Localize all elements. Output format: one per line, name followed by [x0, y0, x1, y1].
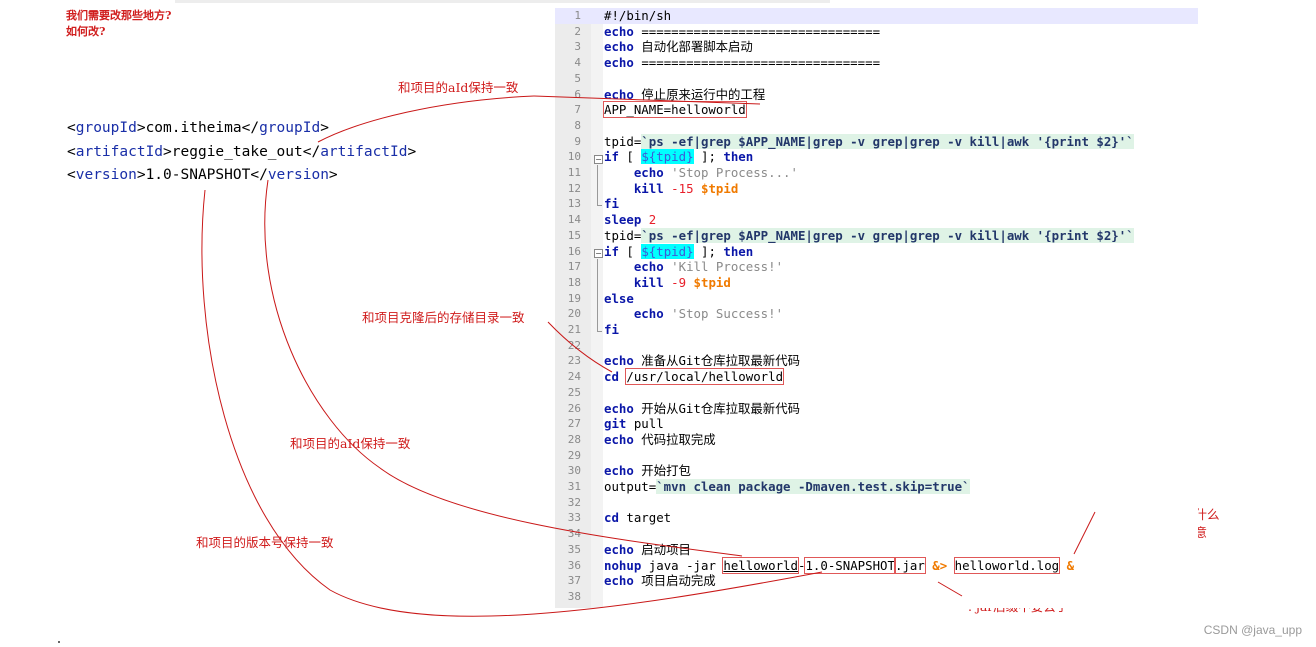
stray-dot	[58, 641, 60, 643]
annotation-connectors	[201, 95, 1096, 617]
watermark: CSDN @java_upp	[1203, 623, 1302, 637]
